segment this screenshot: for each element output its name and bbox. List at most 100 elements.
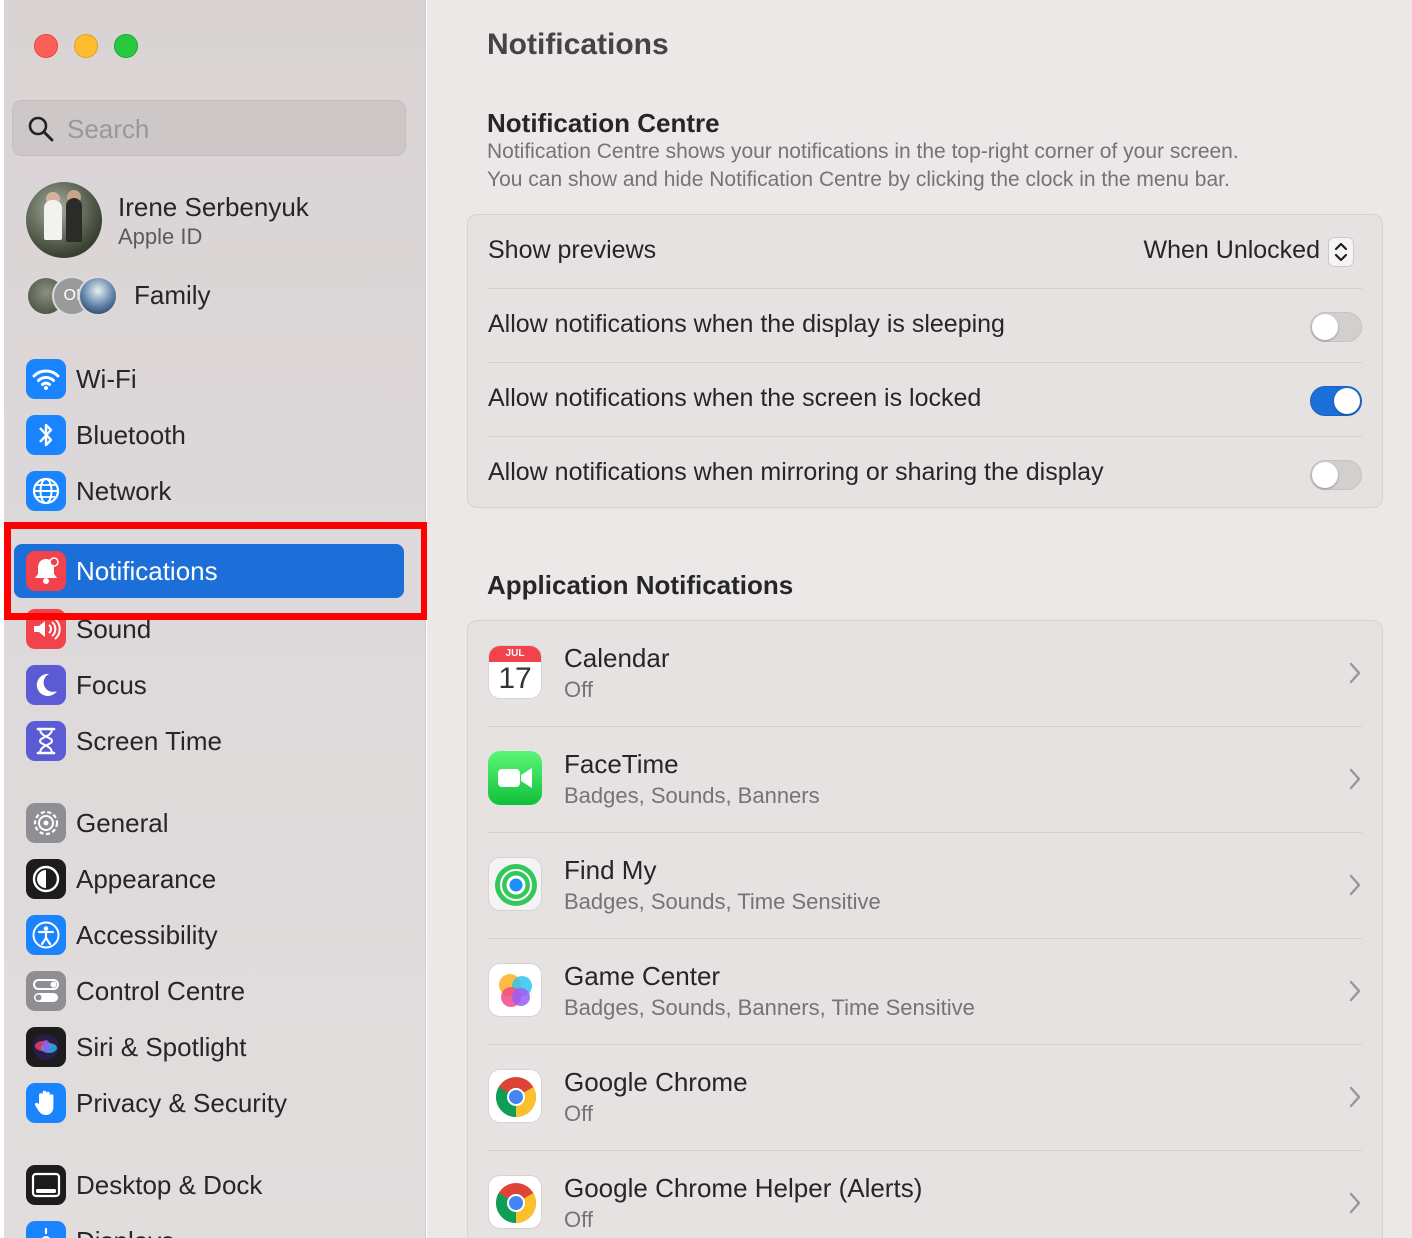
app-row-google-chrome[interactable]: Google Chrome Off xyxy=(488,1045,1362,1151)
show-previews-label: Show previews xyxy=(488,236,657,264)
chevron-right-icon xyxy=(1349,980,1361,1002)
notification-centre-title: Notification Centre xyxy=(487,108,720,138)
family-avatar xyxy=(78,276,118,316)
mirroring-toggle[interactable] xyxy=(1310,460,1362,490)
chevron-right-icon xyxy=(1349,1192,1361,1214)
app-status: Off xyxy=(564,677,593,702)
sidebar-item-displays[interactable]: Displays xyxy=(14,1214,404,1238)
app-status: Off xyxy=(564,1101,593,1126)
sidebar-item-label: Appearance xyxy=(76,864,217,894)
app-row-find-my[interactable]: Find My Badges, Sounds, Time Sensitive xyxy=(488,833,1362,939)
app-name: Find My xyxy=(564,855,657,885)
notification-centre-description: Notification Centre shows your notificat… xyxy=(487,138,1387,194)
hand-icon xyxy=(26,1083,66,1123)
appearance-icon xyxy=(26,859,66,899)
app-status: Off xyxy=(564,1207,593,1232)
app-name: Calendar xyxy=(564,643,670,673)
hourglass-icon xyxy=(26,721,66,761)
sidebar-item-screen-time[interactable]: Screen Time xyxy=(14,714,404,768)
notification-centre-card: Show previews When Unlocked Allow notifi… xyxy=(467,214,1383,508)
search-icon xyxy=(28,116,54,142)
display-icon xyxy=(26,1221,66,1238)
chevron-right-icon xyxy=(1349,1086,1361,1108)
wifi-icon xyxy=(26,359,66,399)
sidebar-item-accessibility[interactable]: Accessibility xyxy=(14,908,404,962)
chevron-right-icon xyxy=(1349,768,1361,790)
application-notifications-list: JUL 17 Calendar Off FaceTime Badges, Sou… xyxy=(467,620,1383,1238)
sidebar-item-label: Network xyxy=(76,476,172,506)
sidebar-item-control-centre[interactable]: Control Centre xyxy=(14,964,404,1018)
chrome-icon xyxy=(488,1175,542,1229)
toggle-row-mirroring: Allow notifications when mirroring or sh… xyxy=(488,437,1362,511)
sidebar-item-privacy-security[interactable]: Privacy & Security xyxy=(14,1076,404,1130)
sidebar-item-label: Wi-Fi xyxy=(76,364,137,394)
chrome-icon xyxy=(488,1069,542,1123)
toggle-knob xyxy=(1312,314,1338,340)
siri-icon xyxy=(26,1027,66,1067)
sidebar-item-label: Displays xyxy=(76,1226,174,1238)
app-row-calendar[interactable]: JUL 17 Calendar Off xyxy=(488,621,1362,727)
profile-subtitle: Apple ID xyxy=(118,224,203,249)
minimize-window-button[interactable] xyxy=(74,34,98,58)
app-status: Badges, Sounds, Banners xyxy=(564,783,820,808)
sidebar-item-label: Accessibility xyxy=(76,920,218,950)
app-name: FaceTime xyxy=(564,749,679,779)
toggle-knob xyxy=(1334,388,1360,414)
page-title: Notifications xyxy=(487,28,669,61)
app-row-google-chrome-helper[interactable]: Google Chrome Helper (Alerts) Off xyxy=(488,1151,1362,1238)
sidebar-item-label: General xyxy=(76,808,169,838)
sidebar-item-bluetooth[interactable]: Bluetooth xyxy=(14,408,404,462)
search-field[interactable] xyxy=(12,100,406,156)
app-status: Badges, Sounds, Banners, Time Sensitive xyxy=(564,995,975,1020)
family-item[interactable]: OI Family xyxy=(26,274,406,318)
application-notifications-title: Application Notifications xyxy=(487,570,794,600)
app-name: Google Chrome xyxy=(564,1067,748,1097)
show-previews-popup[interactable] xyxy=(1328,237,1354,267)
gamecenter-icon xyxy=(488,963,542,1017)
show-previews-value[interactable]: When Unlocked xyxy=(1144,236,1320,265)
calendar-icon: JUL 17 xyxy=(488,645,542,699)
calendar-day: 17 xyxy=(498,662,532,695)
toggle-row-display-sleeping: Allow notifications when the display is … xyxy=(488,289,1362,363)
app-status: Badges, Sounds, Time Sensitive xyxy=(564,889,881,914)
toggle-knob xyxy=(1312,462,1338,488)
moon-icon xyxy=(26,665,66,705)
app-name: Google Chrome Helper (Alerts) xyxy=(564,1173,923,1203)
avatar xyxy=(26,182,102,258)
sidebar-item-desktop-dock[interactable]: Desktop & Dock xyxy=(14,1158,404,1212)
calendar-month: JUL xyxy=(489,646,541,662)
main-content: Notifications Notification Centre Notifi… xyxy=(427,0,1412,1238)
search-input[interactable] xyxy=(67,109,387,149)
sidebar-item-general[interactable]: General xyxy=(14,796,404,850)
zoom-window-button[interactable] xyxy=(114,34,138,58)
sidebar-item-wifi[interactable]: Wi-Fi xyxy=(14,352,404,406)
updown-chevron-icon xyxy=(1334,242,1348,262)
sidebar-item-label: Focus xyxy=(76,670,147,700)
apple-id-profile[interactable]: Irene Serbenyuk Apple ID xyxy=(26,182,406,262)
dock-icon xyxy=(26,1165,66,1205)
gear-icon xyxy=(26,803,66,843)
display-sleeping-toggle[interactable] xyxy=(1310,312,1362,342)
sidebar-item-label: Bluetooth xyxy=(76,420,186,450)
findmy-icon xyxy=(488,857,542,911)
highlight-box xyxy=(4,522,428,620)
toggle-label: Allow notifications when the display is … xyxy=(488,310,1005,338)
toggle-label: Allow notifications when mirroring or sh… xyxy=(488,458,1104,486)
globe-icon xyxy=(26,471,66,511)
sidebar-item-label: Privacy & Security xyxy=(76,1088,287,1118)
app-row-facetime[interactable]: FaceTime Badges, Sounds, Banners xyxy=(488,727,1362,833)
sidebar-item-label: Desktop & Dock xyxy=(76,1170,263,1200)
sidebar-item-siri-spotlight[interactable]: Siri & Spotlight xyxy=(14,1020,404,1074)
chevron-right-icon xyxy=(1349,662,1361,684)
sidebar-item-network[interactable]: Network xyxy=(14,464,404,518)
app-row-game-center[interactable]: Game Center Badges, Sounds, Banners, Tim… xyxy=(488,939,1362,1045)
sidebar-item-label: Siri & Spotlight xyxy=(76,1032,247,1062)
sidebar-item-appearance[interactable]: Appearance xyxy=(14,852,404,906)
sidebar-item-label: Screen Time xyxy=(76,726,222,756)
family-label: Family xyxy=(134,280,211,310)
close-window-button[interactable] xyxy=(34,34,58,58)
screen-locked-toggle[interactable] xyxy=(1310,386,1362,416)
show-previews-row: Show previews When Unlocked xyxy=(488,215,1362,289)
sidebar-item-focus[interactable]: Focus xyxy=(14,658,404,712)
toggle-label: Allow notifications when the screen is l… xyxy=(488,384,982,412)
